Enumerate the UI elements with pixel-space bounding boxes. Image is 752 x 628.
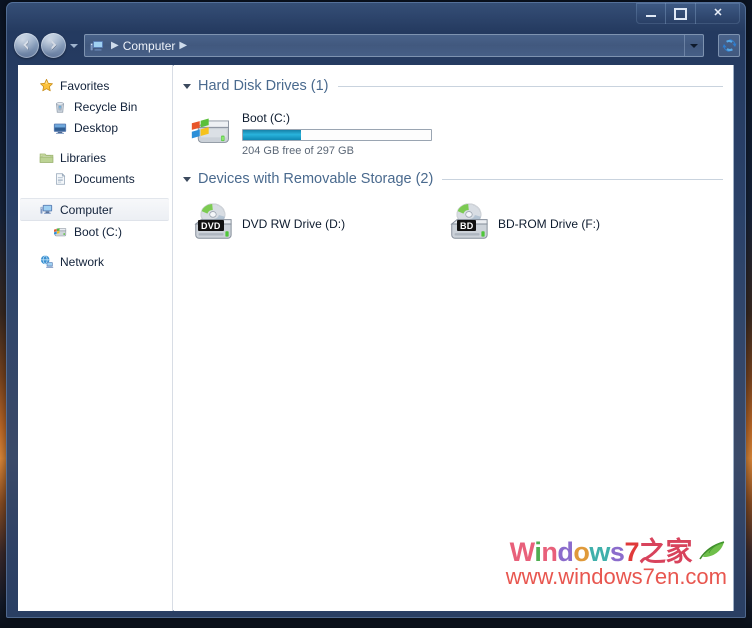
maximize-icon [666, 3, 695, 24]
computer-icon [38, 202, 54, 218]
client-area: Favorites Recycle Bin Desktop Libraries … [18, 65, 734, 611]
document-icon [52, 171, 68, 187]
drive-tile-bd-rom-f[interactable]: BD BD-ROM Drive (F:) [444, 198, 700, 256]
group-title-hard-disk-drives: Hard Disk Drives (1) [198, 78, 329, 94]
previous-locations-button[interactable] [684, 35, 703, 56]
capacity-text-boot-c: 204 GB free of 297 GB [242, 145, 354, 157]
group-title-removable-storage: Devices with Removable Storage (2) [198, 171, 434, 187]
drive-label-dvd-rw-d: DVD RW Drive (D:) [242, 217, 346, 231]
watermark-char: s [609, 537, 625, 567]
breadcrumb-separator-trailing[interactable]: ▶ [179, 40, 187, 51]
optical-drive-icon: DVD [188, 200, 236, 248]
maximize-button[interactable] [666, 3, 696, 24]
site-watermark: Windows7之家 www.windows7en.com [506, 538, 727, 589]
sidebar-label-documents: Documents [74, 171, 135, 186]
address-bar-right [684, 35, 703, 56]
watermark-char: i [534, 537, 542, 567]
close-icon: ✕ [713, 7, 723, 19]
watermark-char: d [557, 537, 574, 567]
leaf-decoration-icon [690, 537, 727, 567]
sidebar-item-favorites[interactable]: Favorites [18, 75, 172, 96]
sidebar-item-boot-c[interactable]: Boot (C:) [18, 221, 172, 242]
watermark-char: 家 [665, 537, 692, 567]
optical-drive-icon: BD [444, 200, 492, 248]
library-folder-icon [38, 150, 54, 166]
drive-label-bd-rom-f: BD-ROM Drive (F:) [498, 217, 600, 231]
hard-drive-icon [52, 224, 68, 240]
group-header-removable-storage[interactable]: Devices with Removable Storage (2) [174, 168, 733, 190]
collapse-triangle-icon [183, 83, 191, 89]
navigation-buttons [14, 33, 78, 58]
watermark-char: w [589, 537, 610, 567]
sidebar-label-computer: Computer [60, 202, 113, 217]
sidebar-item-libraries[interactable]: Libraries [18, 147, 172, 168]
drive-label-boot-c: Boot (C:) [242, 111, 291, 125]
sidebar-item-computer[interactable]: Computer [20, 198, 169, 221]
content-pane: Hard Disk Drives (1) Boot (C:) 204 GB fr… [174, 65, 733, 611]
minimize-button[interactable] [636, 3, 666, 24]
title-bar: ✕ [6, 2, 746, 30]
nav-group-favorites: Favorites Recycle Bin Desktop [18, 75, 172, 138]
sidebar-item-desktop[interactable]: Desktop [18, 117, 172, 138]
drive-badge-bd: BD [457, 220, 477, 231]
drive-tile-dvd-rw-d[interactable]: DVD DVD RW Drive (D:) [188, 198, 444, 256]
sidebar-label-network: Network [60, 254, 105, 269]
sidebar-item-network[interactable]: Network [18, 251, 172, 272]
sidebar-label-recycle-bin: Recycle Bin [74, 99, 138, 114]
back-arrow-icon [23, 40, 29, 51]
tile-list-removable-storage: DVD DVD RW Drive (D:) BD BD-ROM Drive (F… [174, 190, 733, 256]
watermark-char: W [509, 537, 535, 567]
sidebar-item-documents[interactable]: Documents [18, 168, 172, 189]
minimize-icon [636, 3, 665, 24]
sidebar-label-desktop: Desktop [74, 120, 119, 135]
watermark-url: www.windows7en.com [505, 564, 727, 589]
close-button[interactable]: ✕ [696, 3, 740, 24]
breadcrumb-item-computer[interactable]: Computer [123, 39, 176, 53]
capacity-bar-fill [243, 130, 302, 140]
watermark-char: o [573, 537, 590, 567]
group-header-hard-disk-drives[interactable]: Hard Disk Drives (1) [174, 75, 733, 97]
computer-icon [90, 40, 103, 50]
window-controls: ✕ [636, 3, 740, 24]
drive-info-dvd-rw-d: DVD RW Drive (D:) [236, 200, 345, 232]
star-icon [38, 78, 54, 94]
watermark-char: n [541, 537, 558, 567]
nav-group-computer: Computer Boot (C:) [18, 198, 172, 242]
address-bar[interactable]: ▶ Computer ▶ [84, 34, 704, 57]
refresh-icon [722, 39, 736, 52]
tile-list-hard-disk-drives: Boot (C:) 204 GB free of 297 GB [174, 97, 733, 165]
breadcrumb: ▶ Computer ▶ [85, 38, 684, 54]
recycle-bin-icon [52, 99, 68, 115]
watermark-title: Windows7之家 [506, 538, 727, 566]
navigation-pane: Favorites Recycle Bin Desktop Libraries … [18, 65, 173, 611]
forward-arrow-icon [51, 40, 57, 51]
address-bar-row: ▶ Computer ▶ [6, 30, 746, 63]
sidebar-label-boot-c: Boot (C:) [74, 224, 123, 239]
sidebar-label-libraries: Libraries [60, 150, 107, 165]
nav-group-network: Network [18, 251, 172, 272]
group-rule [442, 178, 723, 180]
drive-tile-boot-c[interactable]: Boot (C:) 204 GB free of 297 GB [188, 105, 733, 165]
group-rule [337, 85, 723, 87]
collapse-triangle-icon [183, 176, 191, 182]
drive-info-boot-c: Boot (C:) 204 GB free of 297 GB [236, 107, 432, 157]
refresh-button[interactable] [718, 34, 740, 57]
drive-info-bd-rom-f: BD-ROM Drive (F:) [492, 200, 600, 232]
network-icon [38, 254, 54, 270]
drive-badge-dvd: DVD [198, 220, 224, 231]
recent-pages-dropdown[interactable] [70, 43, 78, 48]
watermark-char: 之 [638, 537, 666, 567]
explorer-window: ✕ ▶ Computer ▶ Favorites Recycle Bin Des… [6, 2, 746, 618]
watermark-char: 7 [624, 537, 639, 567]
forward-button[interactable] [41, 33, 66, 58]
sidebar-item-recycle-bin[interactable]: Recycle Bin [18, 96, 172, 117]
breadcrumb-separator: ▶ [111, 40, 119, 51]
sidebar-label-favorites: Favorites [60, 78, 110, 93]
nav-group-libraries: Libraries Documents [18, 147, 172, 189]
back-button[interactable] [14, 33, 39, 58]
hard-drive-icon [188, 107, 236, 155]
desktop-icon [52, 120, 68, 136]
capacity-bar-boot-c [242, 129, 432, 141]
